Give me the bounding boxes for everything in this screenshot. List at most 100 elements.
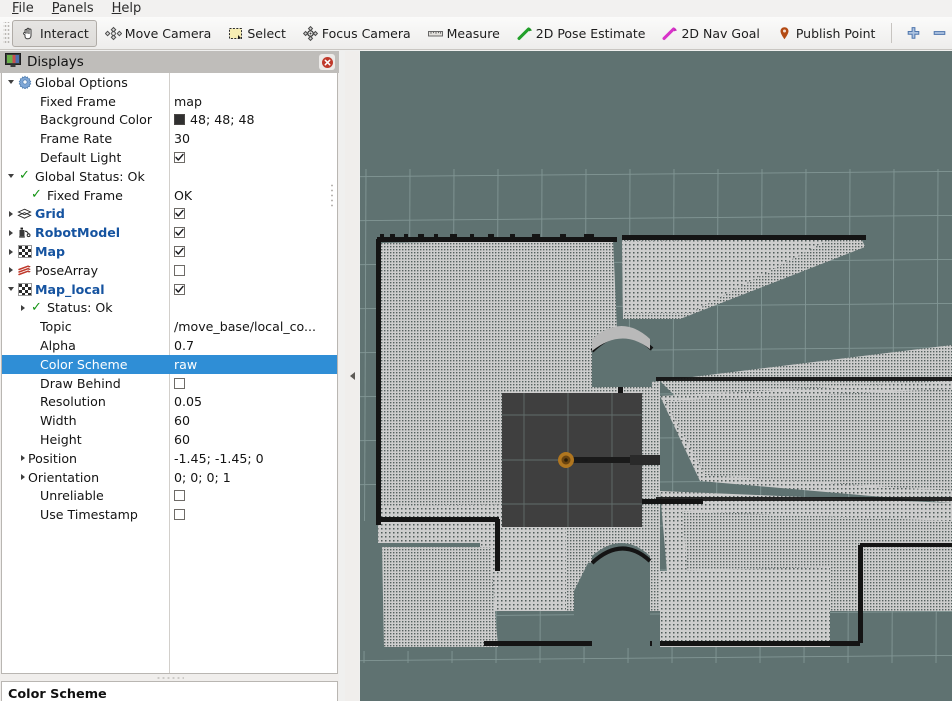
tree-row-draw-behind[interactable]: Draw Behind xyxy=(2,374,337,393)
tool-select[interactable]: Select xyxy=(219,20,294,47)
displays-close-button[interactable] xyxy=(319,54,335,70)
tree-row-label: Fixed Frame xyxy=(40,93,116,109)
tree-row-label: Map xyxy=(35,244,66,260)
tree-row-use-timestamp[interactable]: Use Timestamp xyxy=(2,505,337,524)
tool-2d-nav-goal[interactable]: 2D Nav Goal xyxy=(653,20,767,47)
menu-panels[interactable]: Panels xyxy=(44,1,104,17)
tree-row-color-scheme[interactable]: Color Scheme raw xyxy=(2,354,337,374)
tree-row-global-status[interactable]: ✓ Global Status: Ok xyxy=(2,167,337,186)
tree-row-resolution[interactable]: Resolution 0.05 xyxy=(2,393,337,412)
tree-row-value[interactable]: OK xyxy=(174,186,334,205)
tree-expander-placeholder xyxy=(29,337,40,355)
checkbox-checked[interactable] xyxy=(174,283,185,295)
tree-expander-down-icon[interactable] xyxy=(5,73,16,91)
tool-interact[interactable]: Interact xyxy=(12,19,97,47)
map-icon xyxy=(16,244,33,259)
tree-row-unreliable[interactable]: Unreliable xyxy=(2,487,337,506)
checkbox-unchecked[interactable] xyxy=(174,377,185,389)
checkbox-unchecked[interactable] xyxy=(174,264,185,276)
tree-row-orientation[interactable]: Orientation 0; 0; 0; 1 xyxy=(2,468,337,487)
tree-row-robot-model[interactable]: RobotModel xyxy=(2,223,337,242)
tree-row-status-fixed-frame[interactable]: ✓ Fixed Frame OK xyxy=(2,186,337,205)
tree-row-value[interactable]: map xyxy=(174,92,334,111)
checkbox-checked[interactable] xyxy=(174,208,185,220)
tree-expander-right-icon[interactable] xyxy=(5,205,16,223)
tree-row-value[interactable]: 60 xyxy=(174,430,334,449)
tree-row-map-local-status[interactable]: ✓ Status: Ok xyxy=(2,299,337,318)
zoom-in-button[interactable] xyxy=(900,21,926,45)
tree-row-width[interactable]: Width 60 xyxy=(2,411,337,430)
tree-row-value[interactable] xyxy=(174,223,334,242)
tree-row-value[interactable] xyxy=(174,374,334,393)
color-swatch[interactable] xyxy=(174,114,185,126)
render-viewport-3d[interactable] xyxy=(360,51,952,701)
tree-row-value[interactable] xyxy=(174,487,334,506)
dock-collapse-handle[interactable] xyxy=(345,51,359,701)
close-icon xyxy=(321,56,333,68)
tree-row-value[interactable] xyxy=(174,280,334,299)
tree-expander-right-icon[interactable] xyxy=(17,468,28,486)
tool-measure[interactable]: Measure xyxy=(419,20,508,47)
splitter-dots xyxy=(155,676,184,680)
menu-help[interactable]: Help xyxy=(104,1,152,17)
checkbox-checked[interactable] xyxy=(174,227,185,239)
focus-camera-icon xyxy=(302,25,319,42)
tool-move-camera[interactable]: Move Camera xyxy=(97,20,220,47)
tree-expander-right-icon[interactable] xyxy=(17,299,28,317)
tool-interact-label: Interact xyxy=(40,25,89,41)
tree-row-value[interactable]: 0.7 xyxy=(174,336,334,355)
tree-row-grid[interactable]: Grid xyxy=(2,205,337,224)
checkbox-unchecked[interactable] xyxy=(174,490,185,502)
menu-file[interactable]: File xyxy=(4,1,44,17)
tree-row-label: Draw Behind xyxy=(40,375,121,391)
tree-expander-right-icon[interactable] xyxy=(5,243,16,261)
tree-row-background-color[interactable]: Background Color 48; 48; 48 xyxy=(2,111,337,130)
rviz-window: File Panels Help Interact Move Camera Se… xyxy=(0,0,952,701)
tree-row-value[interactable]: -1.45; -1.45; 0 xyxy=(174,449,334,468)
tree-expander-right-icon[interactable] xyxy=(5,261,16,279)
tree-expander-down-icon[interactable] xyxy=(5,280,16,298)
tree-expander-right-icon[interactable] xyxy=(17,449,28,467)
tree-row-pose-array[interactable]: PoseArray xyxy=(2,261,337,280)
tree-row-value[interactable]: 60 xyxy=(174,411,334,430)
tree-row-map-local[interactable]: Map_local xyxy=(2,280,337,299)
checkbox-unchecked[interactable] xyxy=(174,509,185,521)
tree-row-value[interactable]: 30 xyxy=(174,129,334,148)
map-render xyxy=(360,51,952,701)
tree-row-value[interactable] xyxy=(174,148,334,167)
displays-tree[interactable]: Global Options Fixed Frame map Background C… xyxy=(1,73,338,674)
tree-row-fixed-frame[interactable]: Fixed Frame map xyxy=(2,92,337,111)
plus-icon xyxy=(907,26,920,39)
tree-row-value[interactable] xyxy=(174,261,334,280)
tree-row-map[interactable]: Map xyxy=(2,242,337,261)
tree-row-value[interactable]: 48; 48; 48 xyxy=(174,111,334,130)
tool-publish-point-label: Publish Point xyxy=(795,25,876,41)
tree-row-alpha[interactable]: Alpha 0.7 xyxy=(2,336,337,355)
tree-expander-down-icon[interactable] xyxy=(5,167,16,185)
checkbox-checked[interactable] xyxy=(174,152,185,164)
tree-row-label: RobotModel xyxy=(35,225,121,241)
value-text: map xyxy=(174,93,202,109)
checkbox-checked[interactable] xyxy=(174,246,185,258)
tree-expander-right-icon[interactable] xyxy=(5,224,16,242)
zoom-out-button[interactable] xyxy=(926,21,952,45)
hand-cursor-icon xyxy=(20,25,37,42)
tool-2d-pose-estimate[interactable]: 2D Pose Estimate xyxy=(508,20,654,47)
tree-row-value[interactable] xyxy=(174,242,334,261)
tree-row-position[interactable]: Position -1.45; -1.45; 0 xyxy=(2,449,337,468)
tool-focus-camera[interactable]: Focus Camera xyxy=(294,20,419,47)
tool-publish-point[interactable]: Publish Point xyxy=(768,20,884,47)
value-text: 0.05 xyxy=(174,394,203,410)
tree-row-value[interactable]: /move_base/local_co... xyxy=(174,317,334,336)
tree-row-value[interactable]: 0.05 xyxy=(174,393,334,412)
tree-row-height[interactable]: Height 60 xyxy=(2,430,337,449)
tree-row-value[interactable]: raw xyxy=(174,355,334,374)
tree-row-global-options[interactable]: Global Options xyxy=(2,73,337,92)
tree-row-value[interactable] xyxy=(174,205,334,224)
tree-row-value[interactable]: 0; 0; 0; 1 xyxy=(174,468,334,487)
toolbar-drag-handle[interactable] xyxy=(3,22,10,44)
tree-row-value[interactable] xyxy=(174,505,334,524)
tree-row-topic[interactable]: Topic/move_base/local_co... xyxy=(2,317,337,336)
tree-row-frame-rate[interactable]: Frame Rate 30 xyxy=(2,129,337,148)
tree-row-default-light[interactable]: Default Light xyxy=(2,148,337,167)
